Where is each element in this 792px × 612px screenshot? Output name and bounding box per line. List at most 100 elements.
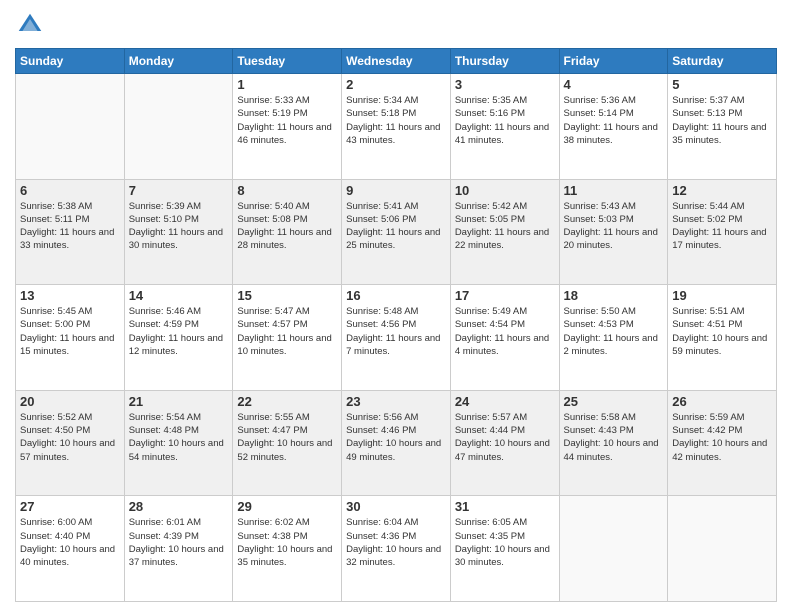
logo (15, 10, 49, 40)
calendar-cell: 28 Sunrise: 6:01 AM Sunset: 4:39 PM Dayli… (124, 496, 233, 602)
day-number: 12 (672, 183, 772, 198)
day-number: 26 (672, 394, 772, 409)
day-number: 24 (455, 394, 555, 409)
day-number: 19 (672, 288, 772, 303)
day-info: Sunrise: 5:59 AM Sunset: 4:42 PM Dayligh… (672, 411, 772, 464)
day-number: 5 (672, 77, 772, 92)
day-number: 13 (20, 288, 120, 303)
day-number: 2 (346, 77, 446, 92)
calendar-cell: 14 Sunrise: 5:46 AM Sunset: 4:59 PM Dayli… (124, 285, 233, 391)
calendar-cell: 21Sunrise: 5:54 AM Sunset: 4:48 PM Dayli… (124, 390, 233, 496)
day-info: Sunrise: 5:37 AM Sunset: 5:13 PM Dayligh… (672, 94, 772, 147)
calendar-cell: 6 Sunrise: 5:38 AM Sunset: 5:11 PM Daylig… (16, 179, 125, 285)
calendar-cell: 24 Sunrise: 5:57 AM Sunset: 4:44 PM Dayli… (450, 390, 559, 496)
day-number: 10 (455, 183, 555, 198)
calendar-cell: 3 Sunrise: 5:35 AM Sunset: 5:16 PM Daylig… (450, 74, 559, 180)
calendar-cell: 27Sunrise: 6:00 AM Sunset: 4:40 PM Dayli… (16, 496, 125, 602)
day-number: 31 (455, 499, 555, 514)
day-number: 11 (564, 183, 664, 198)
day-number: 16 (346, 288, 446, 303)
day-number: 9 (346, 183, 446, 198)
calendar-cell: 20 Sunrise: 5:52 AM Sunset: 4:50 PM Dayli… (16, 390, 125, 496)
day-number: 25 (564, 394, 664, 409)
day-info: Sunrise: 5:56 AM Sunset: 4:46 PM Dayligh… (346, 411, 446, 464)
day-number: 30 (346, 499, 446, 514)
day-number: 21 (129, 394, 229, 409)
day-info: Sunrise: 5:39 AM Sunset: 5:10 PM Dayligh… (129, 200, 229, 253)
day-info: Sunrise: 5:46 AM Sunset: 4:59 PM Dayligh… (129, 305, 229, 358)
day-info: Sunrise: 6:02 AM Sunset: 4:38 PM Dayligh… (237, 516, 337, 569)
calendar-cell: 17Sunrise: 5:49 AM Sunset: 4:54 PM Dayli… (450, 285, 559, 391)
col-header-saturday: Saturday (668, 49, 777, 74)
day-number: 18 (564, 288, 664, 303)
calendar-cell: 29Sunrise: 6:02 AM Sunset: 4:38 PM Dayli… (233, 496, 342, 602)
calendar-cell: 23 Sunrise: 5:56 AM Sunset: 4:46 PM Dayli… (342, 390, 451, 496)
calendar-table: SundayMondayTuesdayWednesdayThursdayFrid… (15, 48, 777, 602)
day-number: 7 (129, 183, 229, 198)
day-info: Sunrise: 5:44 AM Sunset: 5:02 PM Dayligh… (672, 200, 772, 253)
calendar-cell: 25 Sunrise: 5:58 AM Sunset: 4:43 PM Dayli… (559, 390, 668, 496)
day-number: 1 (237, 77, 337, 92)
calendar-cell: 8Sunrise: 5:40 AM Sunset: 5:08 PM Daylig… (233, 179, 342, 285)
day-info: Sunrise: 6:05 AM Sunset: 4:35 PM Dayligh… (455, 516, 555, 569)
calendar-cell (668, 496, 777, 602)
calendar-cell: 2 Sunrise: 5:34 AM Sunset: 5:18 PM Daylig… (342, 74, 451, 180)
day-number: 23 (346, 394, 446, 409)
calendar-cell: 12 Sunrise: 5:44 AM Sunset: 5:02 PM Dayli… (668, 179, 777, 285)
calendar-cell: 22 Sunrise: 5:55 AM Sunset: 4:47 PM Dayli… (233, 390, 342, 496)
day-info: Sunrise: 5:43 AM Sunset: 5:03 PM Dayligh… (564, 200, 664, 253)
day-info: Sunrise: 5:40 AM Sunset: 5:08 PM Dayligh… (237, 200, 337, 253)
calendar-week-row: 1 Sunrise: 5:33 AM Sunset: 5:19 PM Daylig… (16, 74, 777, 180)
day-info: Sunrise: 5:47 AM Sunset: 4:57 PM Dayligh… (237, 305, 337, 358)
day-info: Sunrise: 5:34 AM Sunset: 5:18 PM Dayligh… (346, 94, 446, 147)
col-header-wednesday: Wednesday (342, 49, 451, 74)
calendar-cell: 4Sunrise: 5:36 AM Sunset: 5:14 PM Daylig… (559, 74, 668, 180)
calendar-cell: 13 Sunrise: 5:45 AM Sunset: 5:00 PM Dayli… (16, 285, 125, 391)
col-header-thursday: Thursday (450, 49, 559, 74)
day-number: 6 (20, 183, 120, 198)
calendar-cell (559, 496, 668, 602)
calendar-week-row: 20 Sunrise: 5:52 AM Sunset: 4:50 PM Dayli… (16, 390, 777, 496)
day-info: Sunrise: 5:45 AM Sunset: 5:00 PM Dayligh… (20, 305, 120, 358)
calendar-cell: 18 Sunrise: 5:50 AM Sunset: 4:53 PM Dayli… (559, 285, 668, 391)
day-number: 15 (237, 288, 337, 303)
day-info: Sunrise: 5:58 AM Sunset: 4:43 PM Dayligh… (564, 411, 664, 464)
calendar-cell: 19 Sunrise: 5:51 AM Sunset: 4:51 PM Dayli… (668, 285, 777, 391)
calendar-header-row: SundayMondayTuesdayWednesdayThursdayFrid… (16, 49, 777, 74)
day-info: Sunrise: 5:51 AM Sunset: 4:51 PM Dayligh… (672, 305, 772, 358)
day-info: Sunrise: 5:33 AM Sunset: 5:19 PM Dayligh… (237, 94, 337, 147)
day-info: Sunrise: 5:50 AM Sunset: 4:53 PM Dayligh… (564, 305, 664, 358)
logo-icon (15, 10, 45, 40)
calendar-week-row: 27Sunrise: 6:00 AM Sunset: 4:40 PM Dayli… (16, 496, 777, 602)
calendar-cell: 10 Sunrise: 5:42 AM Sunset: 5:05 PM Dayli… (450, 179, 559, 285)
calendar-week-row: 6 Sunrise: 5:38 AM Sunset: 5:11 PM Daylig… (16, 179, 777, 285)
calendar-cell: 5 Sunrise: 5:37 AM Sunset: 5:13 PM Daylig… (668, 74, 777, 180)
col-header-friday: Friday (559, 49, 668, 74)
calendar-cell: 31 Sunrise: 6:05 AM Sunset: 4:35 PM Dayli… (450, 496, 559, 602)
day-number: 4 (564, 77, 664, 92)
day-info: Sunrise: 5:35 AM Sunset: 5:16 PM Dayligh… (455, 94, 555, 147)
calendar-cell: 26 Sunrise: 5:59 AM Sunset: 4:42 PM Dayli… (668, 390, 777, 496)
day-info: Sunrise: 5:52 AM Sunset: 4:50 PM Dayligh… (20, 411, 120, 464)
calendar-week-row: 13 Sunrise: 5:45 AM Sunset: 5:00 PM Dayli… (16, 285, 777, 391)
day-info: Sunrise: 5:48 AM Sunset: 4:56 PM Dayligh… (346, 305, 446, 358)
day-info: Sunrise: 5:42 AM Sunset: 5:05 PM Dayligh… (455, 200, 555, 253)
col-header-tuesday: Tuesday (233, 49, 342, 74)
col-header-monday: Monday (124, 49, 233, 74)
day-info: Sunrise: 6:01 AM Sunset: 4:39 PM Dayligh… (129, 516, 229, 569)
day-number: 28 (129, 499, 229, 514)
day-number: 20 (20, 394, 120, 409)
day-info: Sunrise: 5:38 AM Sunset: 5:11 PM Dayligh… (20, 200, 120, 253)
day-info: Sunrise: 5:49 AM Sunset: 4:54 PM Dayligh… (455, 305, 555, 358)
calendar-cell: 16 Sunrise: 5:48 AM Sunset: 4:56 PM Dayli… (342, 285, 451, 391)
calendar-cell: 30Sunrise: 6:04 AM Sunset: 4:36 PM Dayli… (342, 496, 451, 602)
day-number: 14 (129, 288, 229, 303)
day-info: Sunrise: 5:57 AM Sunset: 4:44 PM Dayligh… (455, 411, 555, 464)
day-number: 22 (237, 394, 337, 409)
day-info: Sunrise: 5:55 AM Sunset: 4:47 PM Dayligh… (237, 411, 337, 464)
day-number: 3 (455, 77, 555, 92)
day-info: Sunrise: 6:00 AM Sunset: 4:40 PM Dayligh… (20, 516, 120, 569)
calendar-cell: 11 Sunrise: 5:43 AM Sunset: 5:03 PM Dayli… (559, 179, 668, 285)
col-header-sunday: Sunday (16, 49, 125, 74)
calendar-cell: 9Sunrise: 5:41 AM Sunset: 5:06 PM Daylig… (342, 179, 451, 285)
